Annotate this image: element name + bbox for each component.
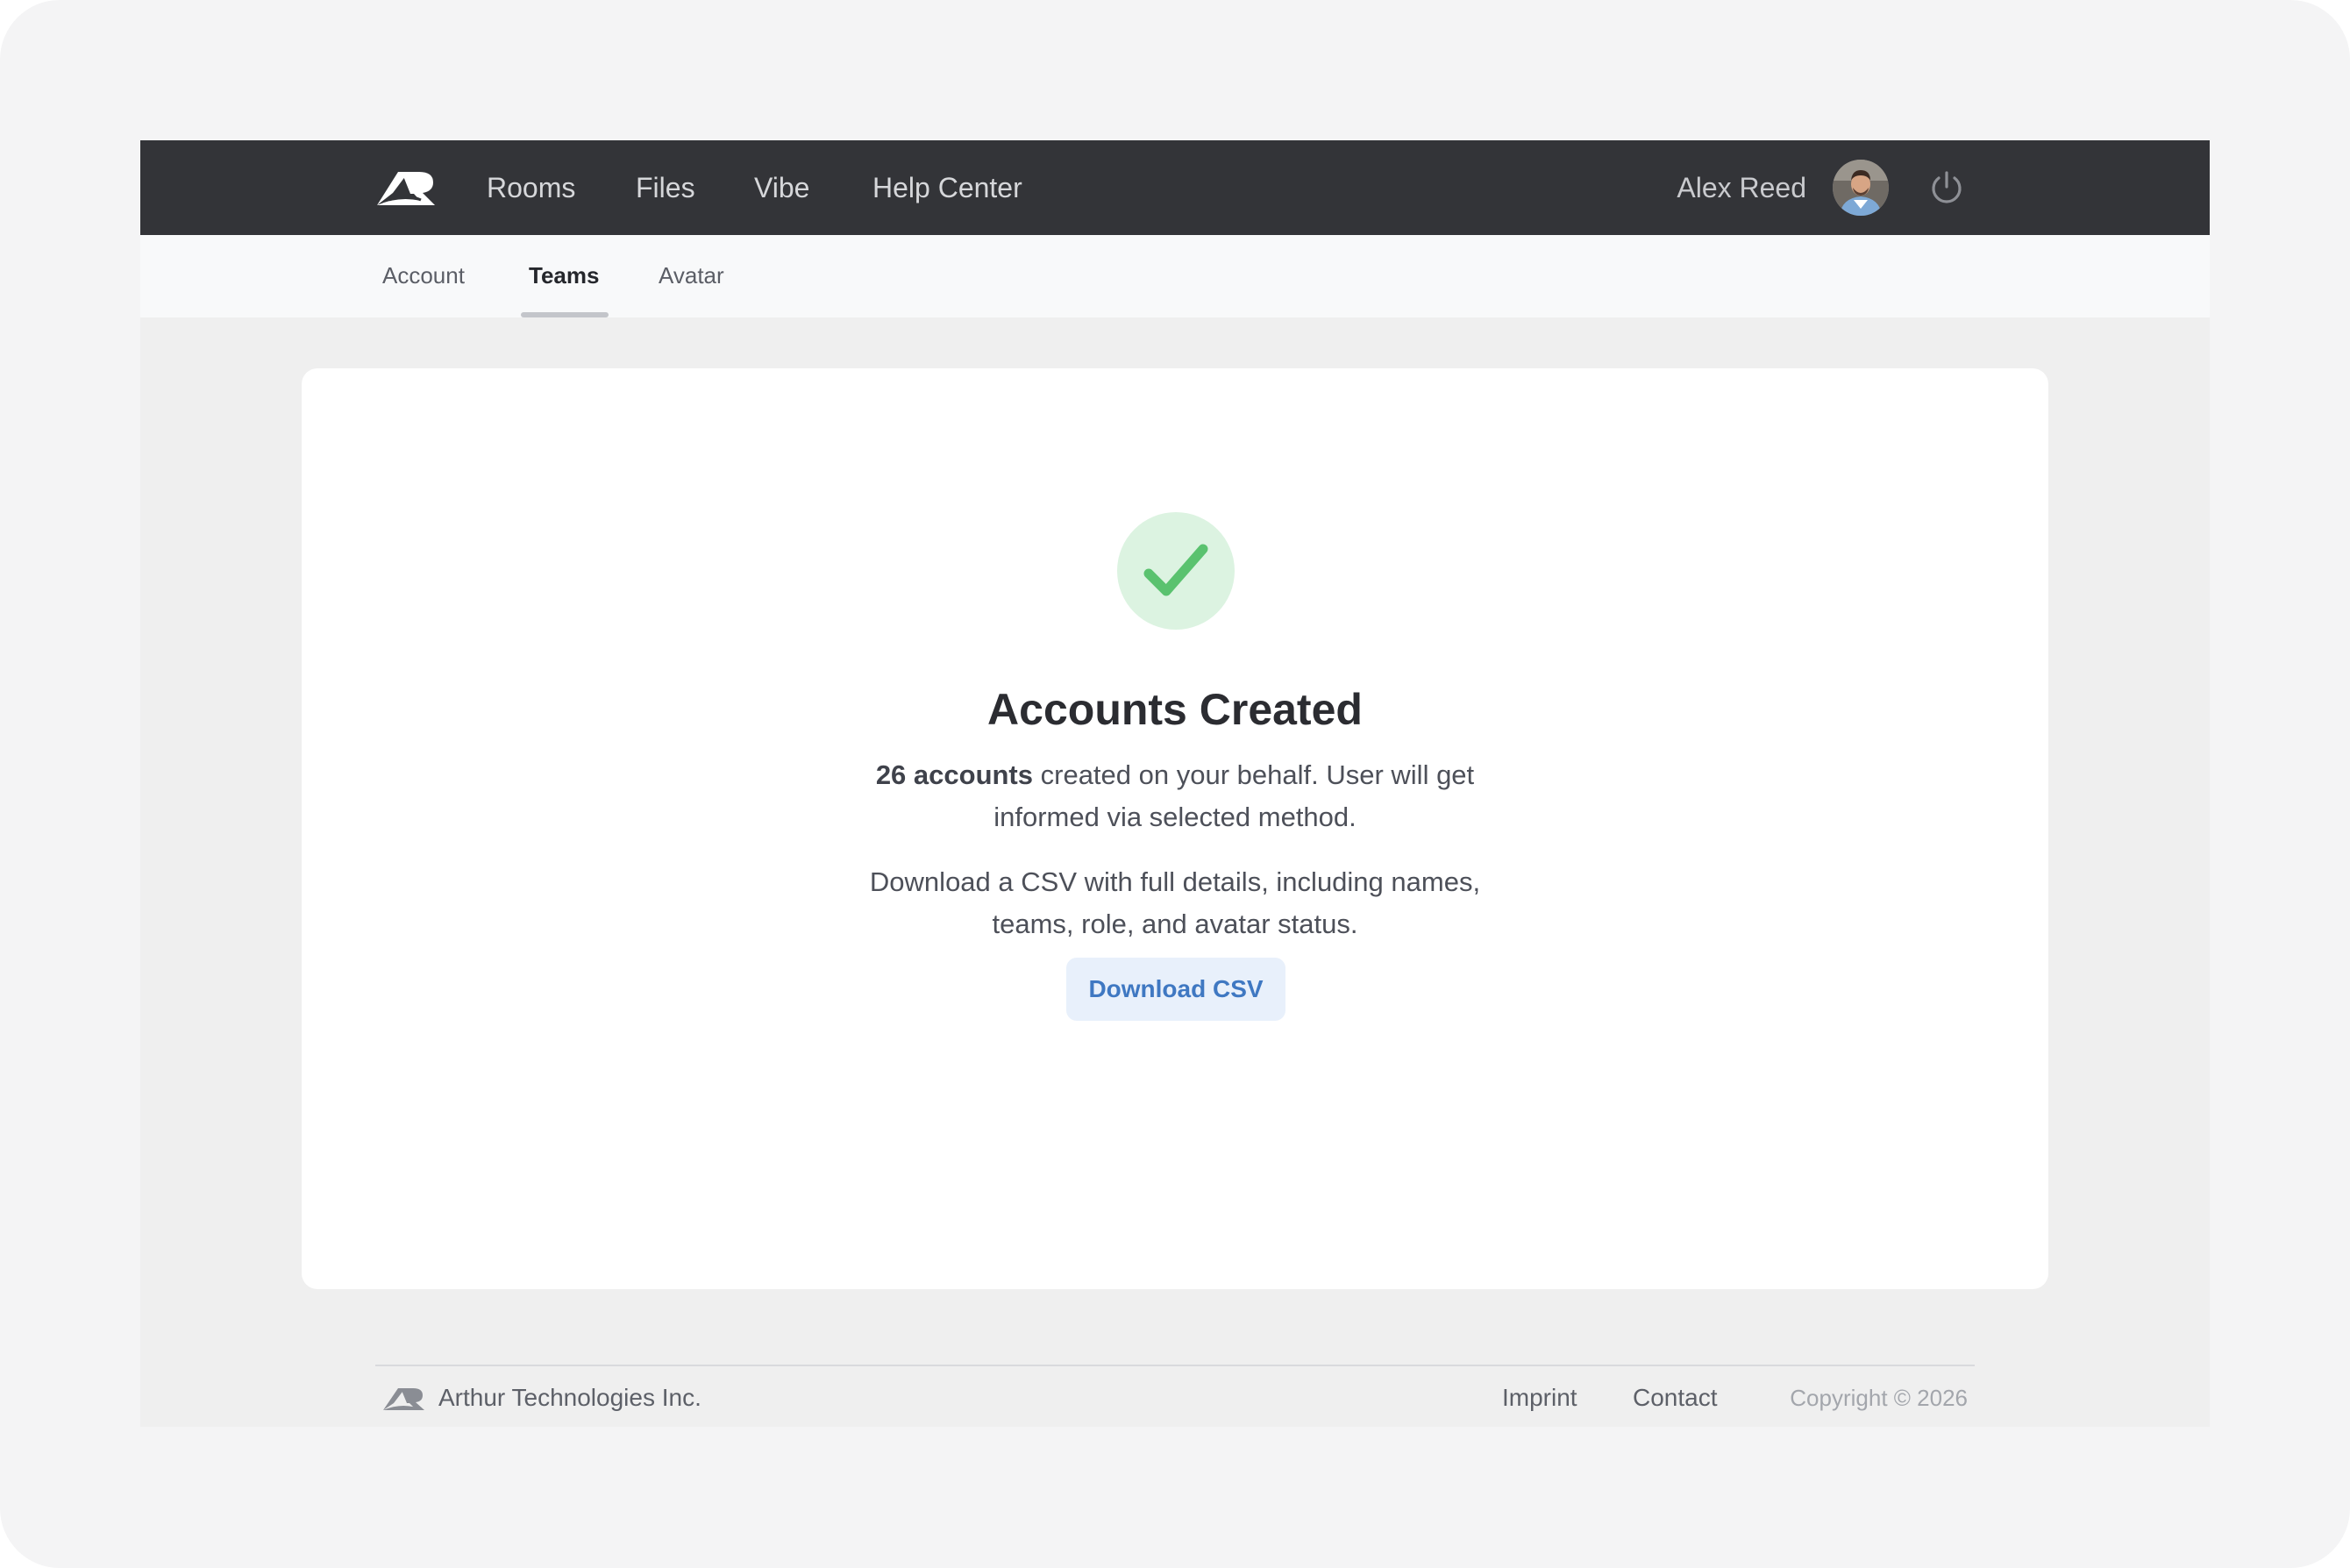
- footer-contact-link[interactable]: Contact: [1633, 1380, 1718, 1415]
- check-icon: [1143, 544, 1208, 596]
- outer-frame: Rooms Files Vibe Help Center Alex Reed A…: [0, 0, 2350, 1568]
- download-csv-button[interactable]: Download CSV: [1066, 958, 1285, 1021]
- success-card: Accounts Created 26 accounts created on …: [302, 368, 2048, 1289]
- user-name[interactable]: Alex Reed: [1677, 140, 1806, 235]
- arthur-logo-icon[interactable]: [375, 167, 438, 207]
- success-badge: [1117, 512, 1235, 630]
- avatar[interactable]: [1833, 160, 1889, 216]
- footer-logo-icon: [383, 1388, 424, 1410]
- nav-files[interactable]: Files: [636, 140, 695, 235]
- app-window: Rooms Files Vibe Help Center Alex Reed A…: [140, 140, 2210, 1427]
- footer-divider: [375, 1365, 1975, 1366]
- csv-message: Download a CSV with full details, includ…: [869, 866, 1481, 939]
- nav-rooms[interactable]: Rooms: [487, 140, 575, 235]
- nav-vibe[interactable]: Vibe: [754, 140, 809, 235]
- tab-teams[interactable]: Teams: [529, 235, 599, 317]
- tab-avatar[interactable]: Avatar: [659, 235, 724, 317]
- card-title: Accounts Created: [987, 685, 1363, 734]
- footer-company: Arthur Technologies Inc.: [438, 1384, 701, 1411]
- tab-account[interactable]: Account: [382, 235, 465, 317]
- avatar-image: [1833, 160, 1889, 216]
- accounts-message-text: created on your behalf. User will get in…: [993, 759, 1475, 832]
- footer-copyright: Copyright © 2026: [1790, 1385, 1968, 1411]
- active-tab-indicator: [521, 312, 609, 317]
- accounts-created-message: 26 accounts created on your behalf. User…: [868, 754, 1482, 838]
- nav-help-center[interactable]: Help Center: [872, 140, 1022, 235]
- accounts-count: 26 accounts: [875, 759, 1034, 790]
- power-icon[interactable]: [1927, 168, 1966, 207]
- footer-imprint-link[interactable]: Imprint: [1502, 1380, 1577, 1415]
- settings-tabs: Account Teams Avatar: [140, 235, 2210, 317]
- top-navbar: Rooms Files Vibe Help Center Alex Reed: [140, 140, 2210, 235]
